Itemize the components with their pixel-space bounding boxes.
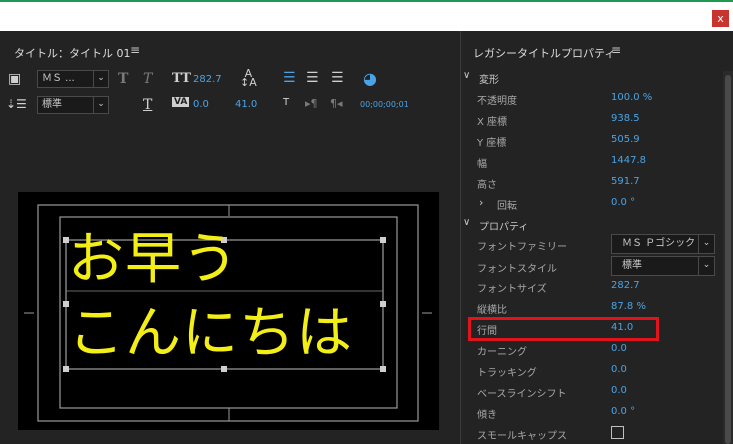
paragraph-left-icon[interactable]: ▸¶ [305, 97, 318, 110]
section-properties-label: プロパティ [479, 222, 529, 233]
prop-value[interactable]: 1447.8 [611, 155, 646, 166]
prop-value[interactable]: 87.8 % [611, 301, 646, 312]
prop-value[interactable]: 0.0 [611, 364, 627, 375]
prop-row-font-size[interactable]: フォントサイズ 282.7 [461, 276, 723, 297]
tab-stops-icon[interactable]: ⇣☰ [6, 97, 27, 111]
prop-row-y-position[interactable]: Y 座標 505.9 [461, 130, 723, 151]
prop-value[interactable]: 938.5 [611, 113, 640, 124]
prop-row-width[interactable]: 幅 1447.8 [461, 151, 723, 172]
small-caps-checkbox[interactable] [611, 426, 624, 439]
paragraph-right-icon[interactable]: ¶◂ [330, 97, 343, 110]
leading-icon: A ↕A [240, 67, 257, 89]
font-style-select-value: 標準 [622, 260, 642, 271]
prop-row-baseline-shift[interactable]: ベースラインシフト 0.0 [461, 381, 723, 402]
prop-label: フォントファミリー [477, 242, 567, 253]
prop-row-opacity[interactable]: 不透明度 100.0 % [461, 88, 723, 109]
prop-value[interactable]: 505.9 [611, 134, 640, 145]
align-left-icon[interactable]: ☰ [283, 70, 296, 86]
prop-label: フォントサイズ [477, 284, 547, 295]
prop-row-font-family[interactable]: フォントファミリー ＭＳ Ｐゴシック ⌄ [461, 233, 723, 255]
tab-stop-icon[interactable]: T [283, 97, 289, 108]
font-style-select[interactable]: 標準 ⌄ [611, 256, 715, 276]
prop-label: Y 座標 [477, 138, 507, 149]
section-transform-label: 変形 [479, 75, 499, 86]
prop-label: カーニング [477, 347, 527, 358]
window-title-bar: x [0, 0, 733, 31]
prop-value[interactable]: 0.0 ° [611, 197, 635, 208]
prop-value[interactable]: 0.0 ° [611, 406, 635, 417]
timecode-value[interactable]: 00;00;00;01 [360, 100, 409, 109]
chevron-down-icon: ⌄ [698, 257, 714, 275]
title-designer-panel: タイトル：タイトル 01 ≡ ▣ ⇣☰ ＭＳ ... ⌄ 標準 ⌄ T T T … [0, 31, 456, 444]
prop-row-aspect[interactable]: 縦横比 87.8 % [461, 297, 723, 318]
font-family-dropdown[interactable]: ＭＳ ... ⌄ [37, 70, 109, 88]
chevron-down-icon: ⌄ [698, 235, 714, 253]
font-family-value: ＭＳ ... [42, 73, 75, 84]
font-size-icon: TT [172, 71, 191, 86]
font-family-select[interactable]: ＭＳ Ｐゴシック ⌄ [611, 234, 715, 254]
properties-panel-title: レガシータイトルプロパティ [473, 47, 616, 60]
film-icon[interactable]: ▣ [8, 71, 21, 87]
prop-row-tracking[interactable]: トラッキング 0.0 [461, 360, 723, 381]
chevron-down-icon: ∨ [463, 70, 471, 81]
properties-menu-icon[interactable]: ≡ [611, 43, 621, 57]
prop-row-slant[interactable]: 傾き 0.0 ° [461, 402, 723, 423]
section-transform[interactable]: ∨ 変形 [461, 67, 723, 88]
prop-label: 傾き [477, 410, 497, 421]
prop-label: X 座標 [477, 117, 508, 128]
prop-value[interactable]: 0.0 [611, 385, 627, 396]
section-properties[interactable]: ∨ プロパティ [461, 214, 723, 235]
prop-label: ベースラインシフト [477, 389, 567, 400]
prop-value[interactable]: 591.7 [611, 176, 640, 187]
italic-icon[interactable]: T [143, 71, 152, 87]
chevron-down-icon: ⌄ [93, 71, 108, 87]
properties-scrollbar-thumb[interactable] [725, 75, 731, 444]
font-style-value: 標準 [42, 99, 62, 110]
prop-row-kerning[interactable]: カーニング 0.0 [461, 339, 723, 360]
bold-icon[interactable]: T [118, 71, 128, 87]
font-family-select-value: ＭＳ Ｐゴシック [622, 238, 696, 249]
show-video-icon[interactable]: ◕ [363, 69, 377, 88]
prop-label: 縦横比 [477, 305, 507, 316]
prop-label: スモールキャップス [477, 431, 567, 442]
chevron-down-icon: ∨ [463, 217, 471, 228]
kerning-value[interactable]: 0.0 [193, 99, 209, 110]
prop-row-small-caps[interactable]: スモールキャップス [461, 423, 723, 444]
prop-value[interactable]: 100.0 % [611, 92, 652, 103]
legacy-title-properties-panel: レガシータイトルプロパティ ≡ ∨ 変形 不透明度 100.0 % X 座標 9… [460, 31, 733, 444]
font-size-value[interactable]: 282.7 [193, 74, 222, 85]
prop-row-height[interactable]: 高さ 591.7 [461, 172, 723, 193]
prop-row-font-style[interactable]: フォントスタイル 標準 ⌄ [461, 255, 723, 277]
chevron-down-icon: ⌄ [93, 97, 108, 113]
leading-highlight-box [468, 317, 659, 341]
kerning-icon: VA [172, 97, 190, 107]
prop-value[interactable]: 0.0 [611, 343, 627, 354]
prop-value[interactable]: 282.7 [611, 280, 640, 291]
title-canvas[interactable]: お早う こんにちは [18, 192, 439, 430]
prop-row-x-position[interactable]: X 座標 938.5 [461, 109, 723, 130]
title-text-line-2[interactable]: こんにちは [68, 306, 353, 362]
align-center-icon[interactable]: ☰ [306, 70, 319, 86]
prop-label: 不透明度 [477, 96, 517, 107]
leading-value[interactable]: 41.0 [235, 99, 257, 110]
panel-header: タイトル：タイトル 01 ≡ [0, 31, 456, 67]
panel-menu-icon[interactable]: ≡ [130, 43, 140, 57]
prop-label: 高さ [477, 180, 497, 191]
close-button[interactable]: x [712, 10, 729, 27]
prop-label: トラッキング [477, 368, 537, 379]
underline-icon[interactable]: T [143, 97, 152, 113]
font-style-dropdown[interactable]: 標準 ⌄ [37, 96, 109, 114]
prop-label: 回転 [497, 201, 517, 212]
align-right-icon[interactable]: ☰ [331, 70, 344, 86]
properties-panel-header: レガシータイトルプロパティ ≡ [461, 31, 733, 67]
chevron-right-icon[interactable]: › [479, 196, 483, 209]
title-toolbar: ▣ ⇣☰ ＭＳ ... ⌄ 標準 ⌄ T T T TT 282.7 VA 0.0… [0, 67, 456, 125]
panel-title: タイトル：タイトル 01 [14, 47, 131, 60]
title-text-line-1[interactable]: お早う [68, 232, 239, 288]
prop-label: フォントスタイル [477, 264, 557, 275]
prop-row-rotation[interactable]: › 回転 0.0 ° [461, 193, 723, 214]
prop-label: 幅 [477, 159, 487, 170]
